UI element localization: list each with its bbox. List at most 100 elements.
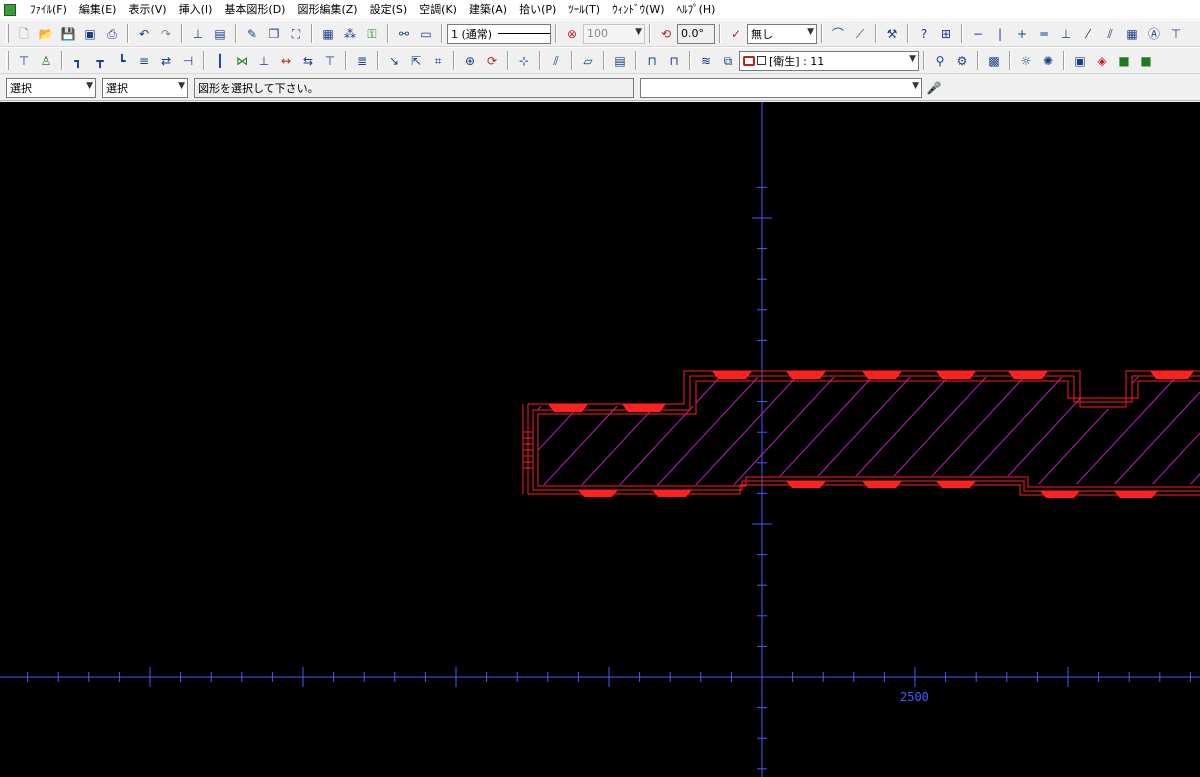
pattern-icon[interactable]: ⁂ <box>340 24 360 44</box>
toolbar-grip[interactable] <box>6 24 9 43</box>
reducer-icon[interactable]: ↔ <box>276 51 296 71</box>
dimension-icon[interactable]: ⊤ <box>1166 24 1186 44</box>
open-folder-icon[interactable]: 📂 <box>36 24 56 44</box>
menu-shape-edit[interactable]: 図形編集(Z) <box>291 0 363 19</box>
command-input[interactable]: ▼ <box>640 77 922 98</box>
pipe-parallel-icon[interactable]: ≡ <box>134 51 154 71</box>
drawing-canvas[interactable]: 2500 <box>0 102 1200 777</box>
menu-settings[interactable]: 設定(S) <box>364 0 414 19</box>
link-icon[interactable]: ⚯ <box>394 24 414 44</box>
pipe-vertical-icon[interactable]: ┃ <box>210 51 230 71</box>
layer-copy-icon[interactable]: ⧉ <box>718 51 738 71</box>
box-alt-icon[interactable]: ■ <box>1136 51 1156 71</box>
scale-icon[interactable]: ⊗ <box>562 24 582 44</box>
layer-search-icon[interactable]: ⚲ <box>930 51 950 71</box>
fitting-icon[interactable]: ⊥ <box>254 51 274 71</box>
separator <box>1009 51 1011 70</box>
curve-icon[interactable]: ⌒ <box>828 24 848 44</box>
color-icon[interactable]: ▩ <box>984 51 1004 71</box>
elbow-icon[interactable]: ↘ <box>384 51 404 71</box>
render-icon[interactable]: ◈ <box>1092 51 1112 71</box>
pipe-step-icon[interactable]: ┗ <box>112 51 132 71</box>
menu-edit[interactable]: 編集(E) <box>73 0 123 19</box>
mode-select[interactable]: 選択 ▼ <box>6 77 96 98</box>
pipe-slope-icon[interactable]: ⌗ <box>428 51 448 71</box>
pipe-tee-icon[interactable]: ⊤ <box>320 51 340 71</box>
layer-display-icon[interactable]: ▤ <box>210 24 230 44</box>
layers-icon[interactable]: ≋ <box>696 51 716 71</box>
rotate-icon[interactable]: ⟲ <box>656 24 676 44</box>
vertical-line-icon[interactable]: | <box>990 24 1010 44</box>
menu-hvac[interactable]: 空調(K) <box>413 0 463 19</box>
menu-architecture[interactable]: 建築(A) <box>463 0 513 19</box>
target-icon[interactable]: ⊕ <box>460 51 480 71</box>
measure-icon[interactable]: ⊞ <box>936 24 956 44</box>
pipe-branch-icon[interactable]: ┳ <box>90 51 110 71</box>
save-icon[interactable]: 💾 <box>58 24 78 44</box>
hammer-icon[interactable]: ⚒ <box>882 24 902 44</box>
menu-window[interactable]: ｳｨﾝﾄﾞｳ(W) <box>606 0 670 19</box>
dimension-line-icon[interactable]: ═ <box>1034 24 1054 44</box>
cross-line-icon[interactable]: + <box>1012 24 1032 44</box>
linetype-select[interactable]: 1 (通常) <box>447 23 551 44</box>
menu-insert[interactable]: 挿入(I) <box>173 0 219 19</box>
grid-icon[interactable]: ▦ <box>318 24 338 44</box>
section-icon[interactable]: ⏥ <box>578 51 598 71</box>
clipboard-icon[interactable]: ▭ <box>416 24 436 44</box>
light-icon[interactable]: ☼ <box>1016 51 1036 71</box>
trim-icon[interactable]: ⟋ <box>850 24 870 44</box>
rotate-shape-icon[interactable]: ⟳ <box>482 51 502 71</box>
menu-takeoff[interactable]: 拾い(P) <box>513 0 562 19</box>
hatch-icon[interactable]: ⫽ <box>1100 24 1120 44</box>
pipe-bend-icon[interactable]: ┓ <box>68 51 88 71</box>
diagonal-line-icon[interactable]: ⁄ <box>1078 24 1098 44</box>
menu-view[interactable]: 表示(V) <box>122 0 172 19</box>
wall-outline[interactable] <box>522 370 1200 496</box>
menu-help[interactable]: ﾍﾙﾌﾟ(H) <box>671 0 722 19</box>
pipe-connect-icon[interactable]: ⇄ <box>156 51 176 71</box>
level-icon[interactable]: ⊥ <box>1056 24 1076 44</box>
help-cursor-icon[interactable]: ? <box>914 24 934 44</box>
frame-icon[interactable]: ⊓ <box>642 51 662 71</box>
valve-icon[interactable]: ⋈ <box>232 51 252 71</box>
print-icon[interactable]: ⎙ <box>102 24 122 44</box>
slash-icon[interactable]: ⫽ <box>546 51 566 71</box>
save-as-icon[interactable]: ▣ <box>80 24 100 44</box>
layer-settings-icon[interactable]: ⚙ <box>952 51 972 71</box>
box-icon[interactable]: ■ <box>1114 51 1134 71</box>
pipe-route-icon[interactable]: ⇱ <box>406 51 426 71</box>
pen-icon[interactable]: ✎ <box>242 24 262 44</box>
fixture-icon[interactable]: ⊤ <box>14 51 34 71</box>
line-point-icon[interactable]: − <box>968 24 988 44</box>
text-icon[interactable]: Ⓐ <box>1144 24 1164 44</box>
menu-file[interactable]: ﾌｧｲﾙ(F) <box>24 0 73 19</box>
microphone-icon[interactable]: 🎤 <box>926 78 942 98</box>
equipment-icon[interactable]: ♙ <box>36 51 56 71</box>
menu-tools[interactable]: ﾂｰﾙ(T) <box>562 0 606 19</box>
menu-basic-shapes[interactable]: 基本図形(D) <box>218 0 291 19</box>
layer-select[interactable]: [衛生] : 11 ▼ <box>739 50 919 71</box>
submode-select[interactable]: 選択 ▼ <box>102 77 188 98</box>
fit-screen-icon[interactable]: ⛶ <box>286 24 306 44</box>
angle-field[interactable]: 0.0° <box>677 23 715 44</box>
copy-window-icon[interactable]: ❐ <box>264 24 284 44</box>
scale-select[interactable]: 100 ▼ <box>583 23 645 44</box>
redo-icon[interactable]: ↷ <box>156 24 176 44</box>
riser-icon[interactable]: ≣ <box>352 51 372 71</box>
toolbar-grip[interactable] <box>6 51 9 70</box>
pipe-end-icon[interactable]: ⊣ <box>178 51 198 71</box>
light-settings-icon[interactable]: ✺ <box>1038 51 1058 71</box>
table-icon[interactable]: ▤ <box>610 51 630 71</box>
app-icon[interactable] <box>4 3 16 16</box>
3d-view-icon[interactable]: ▣ <box>1070 51 1090 71</box>
frame-alt-icon[interactable]: ⊓ <box>664 51 684 71</box>
offset-icon[interactable]: ⇆ <box>298 51 318 71</box>
undo-icon[interactable]: ↶ <box>134 24 154 44</box>
property-icon[interactable]: ⊥ <box>188 24 208 44</box>
new-file-icon[interactable]: 🗋 <box>14 24 34 44</box>
node-icon[interactable]: ⊹ <box>514 51 534 71</box>
key-icon[interactable]: ⚿ <box>362 24 382 44</box>
hatch-grid-icon[interactable]: ▦ <box>1122 24 1142 44</box>
arrow-end-icon[interactable]: ✓ <box>726 24 746 44</box>
arrow-select[interactable]: 無し ▼ <box>747 23 817 44</box>
